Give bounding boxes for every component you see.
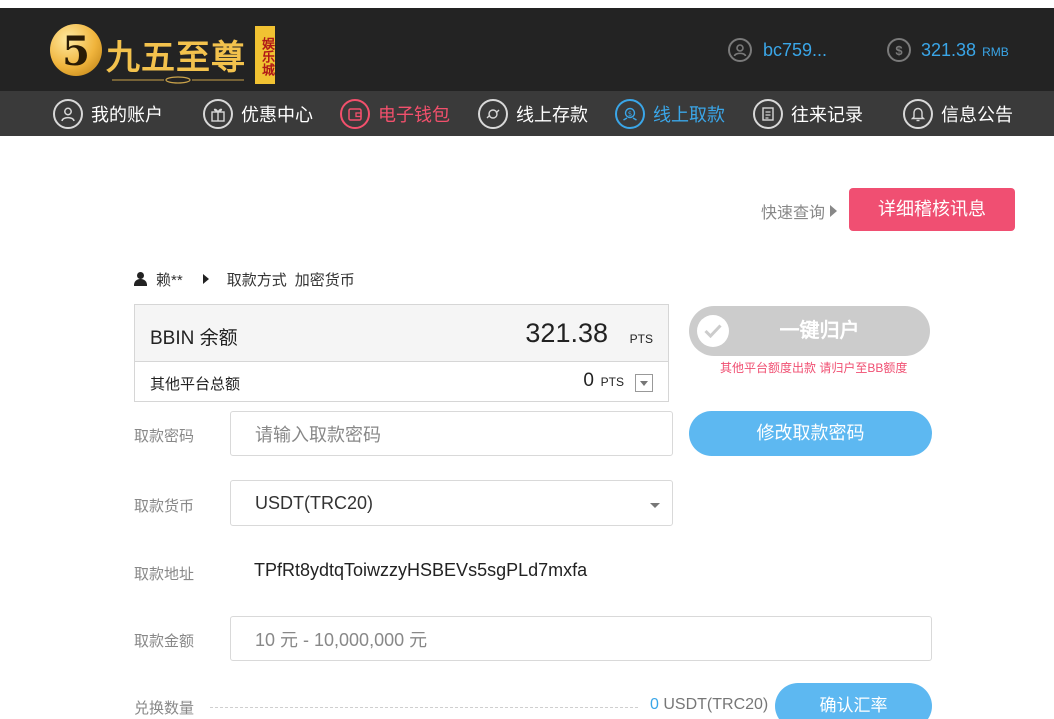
one-key-transfer-button[interactable]: 一键归户 (689, 306, 930, 356)
other-balance-value: 0 (583, 370, 594, 391)
audit-details-button[interactable]: 详细稽核讯息 (849, 188, 1015, 231)
nav-item-online-withdraw[interactable]: $ 线上取款 (615, 98, 725, 129)
convert-label: 兑换数量 (134, 700, 195, 717)
other-balance-label: 其他平台总额 (150, 376, 241, 393)
expand-other-balances-toggle[interactable] (635, 374, 653, 392)
site-logo[interactable]: 5 九五至尊 娱乐城 (50, 20, 280, 90)
nav-item-e-wallet[interactable]: 电子钱包 (340, 98, 450, 129)
main-balance-row: BBIN 余额 321.38 PTS (135, 305, 668, 362)
breadcrumb: 赖** 取款方式 加密货币 (134, 269, 355, 289)
chevron-down-icon (650, 503, 660, 508)
caret-right-icon (830, 205, 838, 217)
user-circle-icon (728, 38, 752, 62)
main-balance-unit: PTS (629, 332, 653, 346)
user-circle-icon (53, 98, 83, 129)
nav-item-promotions[interactable]: 优惠中心 (203, 98, 313, 129)
amount-label: 取款金额 (134, 633, 195, 650)
withdraw-icon: $ (615, 98, 645, 129)
nav-item-label: 我的账户 (91, 104, 163, 125)
caret-right-icon (202, 274, 209, 284)
logo-ornament-icon (112, 76, 244, 84)
account-holder-name: 赖** (156, 271, 183, 289)
nav-item-records[interactable]: 往来记录 (753, 98, 863, 129)
change-password-button[interactable]: 修改取款密码 (689, 411, 932, 456)
main-balance-label: BBIN 余额 (150, 328, 238, 349)
nav-item-announcements[interactable]: 信息公告 (903, 98, 1013, 129)
balance-panel: BBIN 余额 321.38 PTS 其他平台总额 0 PTS (134, 304, 669, 402)
amount-placeholder: 10 元 - 10,000,000 元 (255, 629, 428, 650)
site-header: 5 九五至尊 娱乐城 bc759... $ 321.38 RMB (0, 8, 1054, 91)
main-balance-value: 321.38 (525, 318, 608, 348)
nav-item-label: 往来记录 (791, 104, 863, 125)
username: bc759... (763, 39, 828, 60)
header-balance[interactable]: $ 321.38 RMB (887, 38, 1009, 62)
password-label: 取款密码 (134, 428, 195, 445)
converted-amount-unit: USDT(TRC20) (663, 696, 769, 713)
deposit-icon (478, 98, 508, 129)
nav-item-label: 优惠中心 (241, 104, 313, 125)
converted-amount: 0 USDT(TRC20) (650, 696, 768, 714)
svg-text:$: $ (628, 110, 632, 118)
one-key-transfer-label: 一键归户 (779, 320, 860, 342)
logo-brand-text: 九五至尊 (106, 38, 246, 78)
withdraw-amount-input[interactable]: 10 元 - 10,000,000 元 (230, 616, 932, 661)
record-icon (753, 98, 783, 129)
currency-selected-value: USDT(TRC20) (255, 492, 374, 513)
gift-icon (203, 98, 233, 129)
dotted-divider (210, 707, 638, 708)
withdraw-method-value: 加密货币 (294, 271, 355, 289)
top-strip (0, 0, 1054, 8)
converted-amount-value: 0 (650, 696, 659, 713)
currency-select[interactable]: USDT(TRC20) (230, 480, 673, 526)
currency-label: 取款货币 (134, 498, 195, 515)
confirm-rate-button[interactable]: 确认汇率 (775, 683, 932, 719)
logo-emblem: 5 (50, 24, 102, 76)
nav-item-label: 电子钱包 (378, 104, 450, 125)
person-icon (134, 272, 147, 286)
chevron-down-icon (640, 380, 648, 386)
withdraw-method-label: 取款方式 (226, 271, 287, 289)
nav-item-online-deposit[interactable]: 线上存款 (478, 98, 588, 129)
nav-item-my-account[interactable]: 我的账户 (53, 98, 163, 129)
header-balance-value: 321.38 (921, 39, 977, 60)
one-key-note: 其他平台额度出款 请归户至BB额度 (720, 361, 908, 375)
other-balance-unit: PTS (600, 375, 624, 389)
quick-query-link[interactable]: 快速查询 (761, 199, 838, 223)
main-nav: 我的账户 优惠中心 电子钱包 线上存款 $ 线上取款 往来记录 信息公告 (0, 91, 1054, 136)
password-placeholder: 请输入取款密码 (255, 424, 381, 445)
nav-item-label: 信息公告 (941, 104, 1013, 125)
bell-icon (903, 98, 933, 129)
withdraw-address-value: TPfRt8ydtqToiwzzyHSBEVs5sgPLd7mxfa (254, 560, 588, 580)
withdraw-password-input[interactable]: 请输入取款密码 (230, 411, 673, 456)
logo-seal: 娱乐城 (255, 26, 275, 84)
nav-item-label: 线上取款 (653, 104, 725, 125)
user-info[interactable]: bc759... (728, 38, 827, 62)
wallet-icon (340, 98, 370, 129)
quick-query-label: 快速查询 (761, 205, 826, 222)
header-balance-currency: RMB (982, 45, 1009, 59)
nav-item-label: 线上存款 (516, 104, 588, 125)
dollar-circle-icon: $ (887, 38, 911, 62)
address-label: 取款地址 (134, 566, 195, 583)
